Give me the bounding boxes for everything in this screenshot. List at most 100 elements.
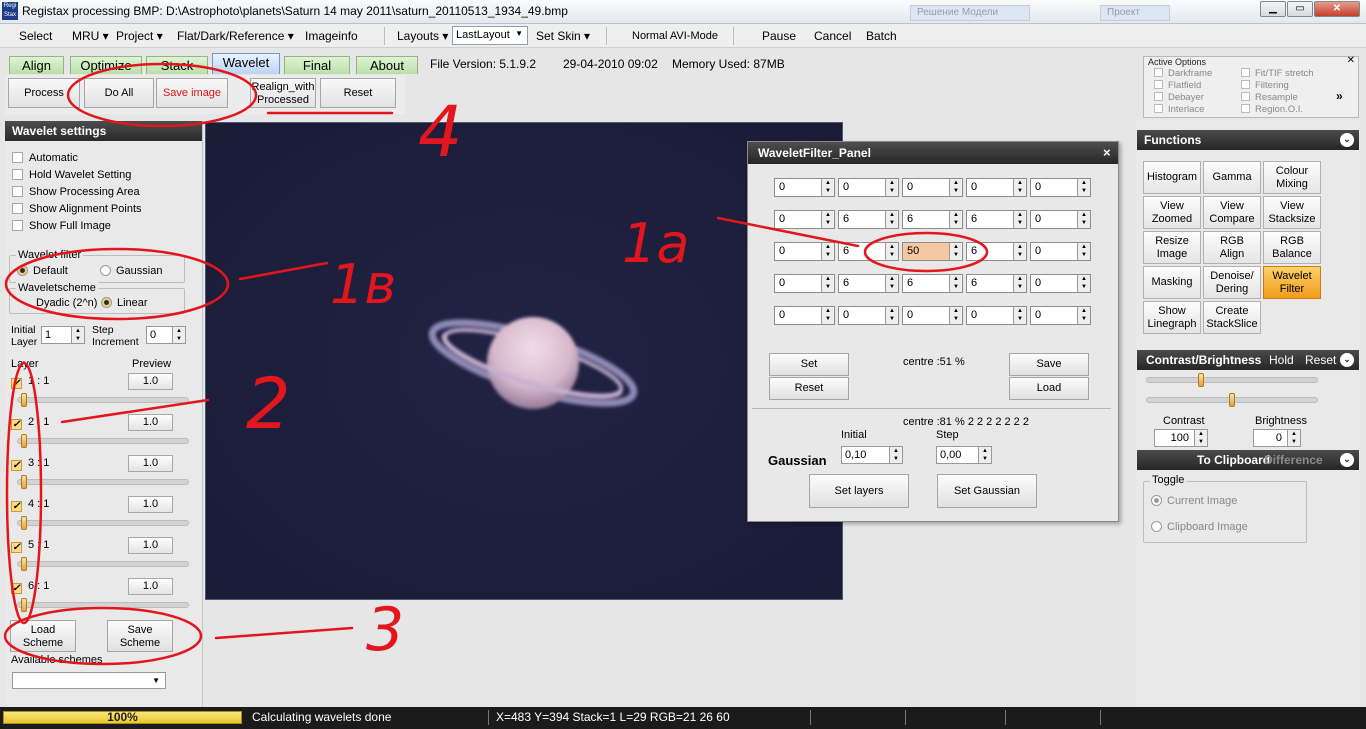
filter-cell-r5-c1[interactable]: 0 ▲ ▼ (774, 306, 835, 325)
hold-button[interactable]: Hold (1269, 353, 1294, 367)
option-debayer[interactable]: Debayer (1154, 92, 1204, 103)
close-icon[interactable]: × (1103, 145, 1111, 160)
set-gaussian-button[interactable]: Set Gaussian (937, 474, 1037, 508)
menu-mru[interactable]: MRU ▾ (72, 29, 109, 43)
do-all-button[interactable]: Do All (84, 78, 154, 108)
layer-5-slider-handle[interactable] (21, 557, 27, 571)
layer-2-preview-button[interactable]: 1.0 (128, 414, 173, 431)
layer-2-slider-track[interactable] (17, 438, 189, 444)
filter-default-radio[interactable]: Default (17, 265, 68, 277)
colour-mixing-button[interactable]: Colour Mixing (1263, 161, 1321, 194)
menu-flat-dark[interactable]: Flat/Dark/Reference ▾ (177, 29, 294, 43)
save-image-button[interactable]: Save image (156, 78, 228, 108)
create-stackslice-button[interactable]: Create StackSlice (1203, 301, 1261, 334)
brightness-spinner[interactable]: 0 ▲ ▼ (1253, 429, 1301, 447)
option-darkframe[interactable]: Darkframe (1154, 68, 1212, 79)
load-scheme-button[interactable]: Load Scheme (10, 620, 76, 652)
filter-cell-r1-c5[interactable]: 0 ▲ ▼ (1030, 178, 1091, 197)
collapse-icon[interactable]: ⌄ (1340, 353, 1354, 367)
tab-align[interactable]: Align (9, 56, 64, 74)
set-button[interactable]: Set (769, 353, 849, 376)
filter-cell-r2-c3[interactable]: 6 ▲ ▼ (902, 210, 963, 229)
rgb-align-button[interactable]: RGB Align (1203, 231, 1261, 264)
to-clipboard-button[interactable]: To Clipboard (1197, 453, 1270, 467)
filter-cell-r3-c1[interactable]: 0 ▲ ▼ (774, 242, 835, 261)
view-stacksize-button[interactable]: View Stacksize (1263, 196, 1321, 229)
cancel-button[interactable]: Cancel (814, 29, 851, 43)
realign-processed-button[interactable]: Realign_with Processed (250, 78, 316, 108)
maximize-button[interactable]: ▭ (1287, 1, 1313, 17)
show-alignment-points-checkbox[interactable]: Show Alignment Points (12, 203, 142, 215)
layer-4-slider-track[interactable] (17, 520, 189, 526)
tab-stack[interactable]: Stack (146, 56, 208, 74)
filter-reset-button[interactable]: Reset (769, 377, 849, 400)
initial-layer-spinner[interactable]: 1 ▲ ▼ (41, 326, 85, 344)
filter-cell-r3-c4[interactable]: 6 ▲ ▼ (966, 242, 1027, 261)
filter-cell-r5-c5[interactable]: 0 ▲ ▼ (1030, 306, 1091, 325)
layer-4-slider-handle[interactable] (21, 516, 27, 530)
histogram-button[interactable]: Histogram (1143, 161, 1201, 194)
filter-gaussian-radio[interactable]: Gaussian (100, 265, 162, 277)
filter-cell-r4-c2[interactable]: 6 ▲ ▼ (838, 274, 899, 293)
filter-cell-r3-c3[interactable]: 50 ▲ ▼ (902, 242, 963, 261)
contrast-reset-button[interactable]: Reset (1305, 353, 1336, 367)
option-interlace[interactable]: Interlace (1154, 104, 1204, 115)
option-region-oi[interactable]: Region.O.I. (1241, 104, 1303, 115)
layer-4-preview-button[interactable]: 1.0 (128, 496, 173, 513)
show-linegraph-button[interactable]: Show Linegraph (1143, 301, 1201, 334)
tab-about[interactable]: About (356, 56, 418, 74)
filter-load-button[interactable]: Load (1009, 377, 1089, 400)
show-full-image-checkbox[interactable]: Show Full Image (12, 220, 111, 232)
filter-cell-r2-c2[interactable]: 6 ▲ ▼ (838, 210, 899, 229)
option-filtering[interactable]: Filtering (1241, 80, 1289, 91)
layer-2-checkbox[interactable]: 2 : 1 (11, 416, 49, 430)
menu-avi-mode[interactable]: Normal AVI-Mode (632, 30, 718, 42)
set-layers-button[interactable]: Set layers (809, 474, 909, 508)
batch-button[interactable]: Batch (866, 29, 897, 43)
filter-cell-r4-c5[interactable]: 0 ▲ ▼ (1030, 274, 1091, 293)
layer-5-slider-track[interactable] (17, 561, 189, 567)
contrast-slider-track[interactable] (1146, 377, 1318, 383)
background-window-tab[interactable]: Решение Модели (910, 5, 1030, 21)
minimize-button[interactable]: ▁ (1260, 1, 1286, 17)
layer-6-slider-handle[interactable] (21, 598, 27, 612)
layer-1-checkbox[interactable]: 1 : 1 (11, 375, 49, 389)
close-window-button[interactable]: ✕ (1314, 1, 1360, 17)
menu-layouts[interactable]: Layouts ▾ (397, 29, 448, 43)
gaussian-initial-spinner[interactable]: 0,10 ▲ ▼ (841, 446, 903, 464)
difference-button[interactable]: Difference (1264, 453, 1323, 467)
save-scheme-button[interactable]: Save Scheme (107, 620, 173, 652)
brightness-slider-handle[interactable] (1229, 393, 1235, 407)
layer-6-checkbox[interactable]: 6 : 1 (11, 580, 49, 594)
gaussian-step-spinner[interactable]: 0,00 ▲ ▼ (936, 446, 992, 464)
close-icon[interactable]: ✕ (1347, 55, 1355, 66)
layer-6-preview-button[interactable]: 1.0 (128, 578, 173, 595)
menu-set-skin[interactable]: Set Skin ▾ (536, 29, 590, 43)
view-compare-button[interactable]: View Compare (1203, 196, 1261, 229)
menu-project[interactable]: Project ▾ (116, 29, 163, 43)
step-increment-spinner[interactable]: 0 ▲ ▼ (146, 326, 186, 344)
rgb-balance-button[interactable]: RGB Balance (1263, 231, 1321, 264)
layer-2-slider-handle[interactable] (21, 434, 27, 448)
filter-cell-r1-c1[interactable]: 0 ▲ ▼ (774, 178, 835, 197)
tab-wavelet[interactable]: Wavelet (212, 53, 280, 74)
filter-cell-r1-c3[interactable]: 0 ▲ ▼ (902, 178, 963, 197)
background-window-tab-2[interactable]: Проект (1100, 5, 1170, 21)
filter-cell-r2-c1[interactable]: 0 ▲ ▼ (774, 210, 835, 229)
pause-button[interactable]: Pause (762, 29, 796, 43)
filter-cell-r5-c4[interactable]: 0 ▲ ▼ (966, 306, 1027, 325)
view-zoomed-button[interactable]: View Zoomed (1143, 196, 1201, 229)
layer-3-preview-button[interactable]: 1.0 (128, 455, 173, 472)
filter-cell-r4-c3[interactable]: 6 ▲ ▼ (902, 274, 963, 293)
layer-3-slider-handle[interactable] (21, 475, 27, 489)
automatic-checkbox[interactable]: Automatic (12, 152, 78, 164)
filter-save-button[interactable]: Save (1009, 353, 1089, 376)
clipboard-image-radio[interactable]: Clipboard Image (1151, 521, 1248, 533)
layer-6-slider-track[interactable] (17, 602, 189, 608)
filter-cell-r5-c2[interactable]: 0 ▲ ▼ (838, 306, 899, 325)
contrast-spinner[interactable]: 100 ▲ ▼ (1154, 429, 1208, 447)
layout-select[interactable]: LastLayout ▼ (452, 26, 528, 45)
hold-wavelet-checkbox[interactable]: Hold Wavelet Setting (12, 169, 131, 181)
layer-3-checkbox[interactable]: 3 : 1 (11, 457, 49, 471)
option-flatfield[interactable]: Flatfield (1154, 80, 1201, 91)
